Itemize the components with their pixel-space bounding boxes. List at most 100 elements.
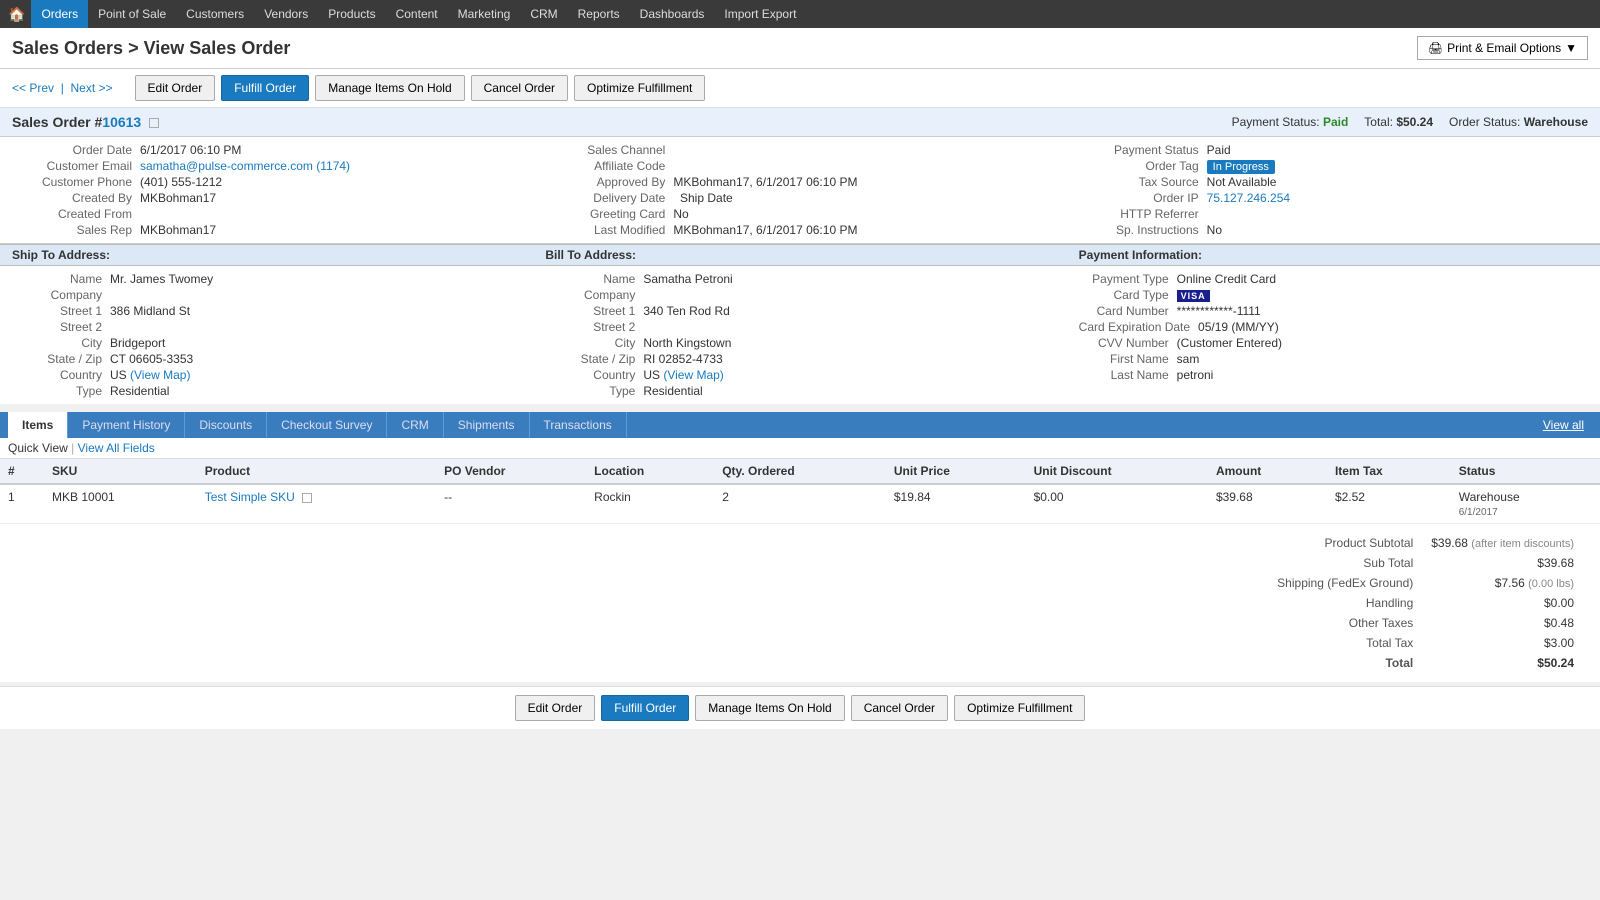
nav-products[interactable]: Products — [318, 0, 385, 28]
nav-marketing[interactable]: Marketing — [448, 0, 521, 28]
col-amount: Amount — [1208, 459, 1327, 484]
bottom-fulfill-order-button[interactable]: Fulfill Order — [601, 695, 689, 721]
order-details-section: Order Date 6/1/2017 06:10 PM Customer Em… — [0, 137, 1600, 244]
fulfill-order-button[interactable]: Fulfill Order — [221, 75, 309, 101]
tab-payment-history[interactable]: Payment History — [68, 412, 185, 438]
bottom-action-bar: Edit Order Fulfill Order Manage Items On… — [0, 686, 1600, 729]
bill-to-column: Name Samatha Petroni Company Street 1 34… — [533, 266, 1066, 404]
tab-discounts[interactable]: Discounts — [185, 412, 267, 438]
nav-vendors[interactable]: Vendors — [254, 0, 318, 28]
payment-info-header: Payment Information: — [1067, 245, 1600, 265]
totals-section: Product Subtotal $39.68 (after item disc… — [0, 524, 1600, 682]
quick-view-bar: Quick View | View All Fields — [0, 438, 1600, 459]
item-location: Rockin — [586, 484, 714, 524]
tabs-list: Items Payment History Discounts Checkout… — [8, 412, 627, 438]
pagination-nav: << Prev | Next >> — [12, 81, 113, 95]
page-header: Sales Orders > View Sales Order 🖨 Print … — [0, 28, 1600, 69]
home-icon[interactable]: 🏠 — [8, 6, 25, 23]
customer-email-count-link[interactable]: (1174) — [316, 159, 350, 173]
tabs-section: Items Payment History Discounts Checkout… — [0, 412, 1600, 682]
bottom-optimize-button[interactable]: Optimize Fulfillment — [954, 695, 1085, 721]
quick-view-label: Quick View — [8, 441, 68, 455]
tab-transactions[interactable]: Transactions — [530, 412, 627, 438]
items-table: # SKU Product PO Vendor Location Qty. Or… — [0, 459, 1600, 524]
order-status-info: Payment Status: Paid Total: $50.24 Order… — [1232, 115, 1588, 129]
nav-dashboards[interactable]: Dashboards — [630, 0, 715, 28]
address-grid: Name Mr. James Twomey Company Street 1 3… — [0, 266, 1600, 404]
next-link[interactable]: Next >> — [70, 81, 112, 95]
tabs-bar: Items Payment History Discounts Checkout… — [0, 412, 1600, 438]
ship-to-view-map-link[interactable]: (View Map) — [130, 368, 190, 382]
item-product: Test Simple SKU — [197, 484, 436, 524]
dropdown-chevron-icon: ▼ — [1565, 41, 1577, 55]
nav-crm[interactable]: CRM — [520, 0, 567, 28]
item-sku: MKB 10001 — [44, 484, 197, 524]
table-header-row: # SKU Product PO Vendor Location Qty. Or… — [0, 459, 1600, 484]
payment-status-value: Paid — [1323, 115, 1348, 129]
nav-point-of-sale[interactable]: Point of Sale — [88, 0, 176, 28]
optimize-fulfillment-button[interactable]: Optimize Fulfillment — [574, 75, 705, 101]
col-location: Location — [586, 459, 714, 484]
manage-hold-button[interactable]: Manage Items On Hold — [315, 75, 464, 101]
order-middle-details: Sales Channel Affiliate Code Approved By… — [533, 137, 1066, 243]
nav-customers[interactable]: Customers — [176, 0, 254, 28]
col-product: Product — [197, 459, 436, 484]
view-all-fields-link[interactable]: View All Fields — [78, 441, 155, 455]
customer-email-link[interactable]: samatha@pulse-commerce.com — [140, 159, 313, 173]
tab-items[interactable]: Items — [8, 412, 68, 438]
copy-icon[interactable] — [302, 493, 312, 503]
top-action-bar: << Prev | Next >> Edit Order Fulfill Ord… — [0, 69, 1600, 108]
totals-product-subtotal-row: Product Subtotal $39.68 (after item disc… — [1269, 534, 1582, 552]
item-unit-discount: $0.00 — [1026, 484, 1208, 524]
nav-content[interactable]: Content — [386, 0, 448, 28]
order-ip-link[interactable]: 75.127.246.254 — [1207, 191, 1290, 205]
payment-info-column: Payment Type Online Credit Card Card Typ… — [1067, 266, 1600, 404]
item-po-vendor: -- — [436, 484, 586, 524]
totals-handling-row: Handling $0.00 — [1269, 594, 1582, 612]
nav-import-export[interactable]: Import Export — [714, 0, 806, 28]
prev-link[interactable]: << Prev — [12, 81, 54, 95]
bottom-manage-hold-button[interactable]: Manage Items On Hold — [695, 695, 844, 721]
totals-shipping-row: Shipping (FedEx Ground) $7.56 (0.00 lbs) — [1269, 574, 1582, 592]
col-unit-discount: Unit Discount — [1026, 459, 1208, 484]
visa-badge: VISA — [1177, 290, 1210, 302]
cancel-order-button[interactable]: Cancel Order — [471, 75, 568, 101]
copy-icon[interactable] — [149, 118, 159, 128]
col-item-tax: Item Tax — [1327, 459, 1451, 484]
printer-icon: 🖨 — [1428, 41, 1443, 55]
edit-order-button[interactable]: Edit Order — [135, 75, 216, 101]
totals-total-row: Total $50.24 — [1269, 654, 1582, 672]
order-header: Sales Order #10613 Payment Status: Paid … — [0, 108, 1600, 137]
item-tax: $2.52 — [1327, 484, 1451, 524]
address-section-headers: Ship To Address: Bill To Address: Paymen… — [0, 244, 1600, 266]
bill-to-view-map-link[interactable]: (View Map) — [663, 368, 723, 382]
bottom-cancel-order-button[interactable]: Cancel Order — [851, 695, 948, 721]
top-navigation: 🏠 Orders Point of Sale Customers Vendors… — [0, 0, 1600, 28]
order-total-value: $50.24 — [1396, 115, 1433, 129]
print-email-button[interactable]: 🖨 Print & Email Options ▼ — [1417, 36, 1588, 60]
tab-shipments[interactable]: Shipments — [444, 412, 530, 438]
order-tag-badge: In Progress — [1207, 160, 1275, 174]
bill-to-header: Bill To Address: — [533, 245, 1066, 265]
tab-crm[interactable]: CRM — [387, 412, 443, 438]
order-status-value: Warehouse — [1524, 115, 1588, 129]
col-unit-price: Unit Price — [886, 459, 1026, 484]
totals-table: Product Subtotal $39.68 (after item disc… — [1267, 532, 1584, 674]
bottom-edit-order-button[interactable]: Edit Order — [515, 695, 596, 721]
item-product-link[interactable]: Test Simple SKU — [205, 490, 295, 504]
item-num: 1 — [0, 484, 44, 524]
item-unit-price: $19.84 — [886, 484, 1026, 524]
order-number-link[interactable]: 10613 — [102, 114, 141, 130]
order-left-details: Order Date 6/1/2017 06:10 PM Customer Em… — [0, 137, 533, 243]
ship-to-header: Ship To Address: — [0, 245, 533, 265]
table-row: 1 MKB 10001 Test Simple SKU -- Rockin 2 … — [0, 484, 1600, 524]
order-right-details: Payment Status Paid Order Tag In Progres… — [1067, 137, 1600, 243]
view-all-link[interactable]: View all — [1535, 412, 1592, 438]
tab-checkout-survey[interactable]: Checkout Survey — [267, 412, 387, 438]
item-amount: $39.68 — [1208, 484, 1327, 524]
col-qty-ordered: Qty. Ordered — [714, 459, 886, 484]
ship-to-column: Name Mr. James Twomey Company Street 1 3… — [0, 266, 533, 404]
order-number-section: Sales Order #10613 — [12, 114, 159, 130]
nav-orders[interactable]: Orders — [31, 0, 88, 28]
nav-reports[interactable]: Reports — [568, 0, 630, 28]
